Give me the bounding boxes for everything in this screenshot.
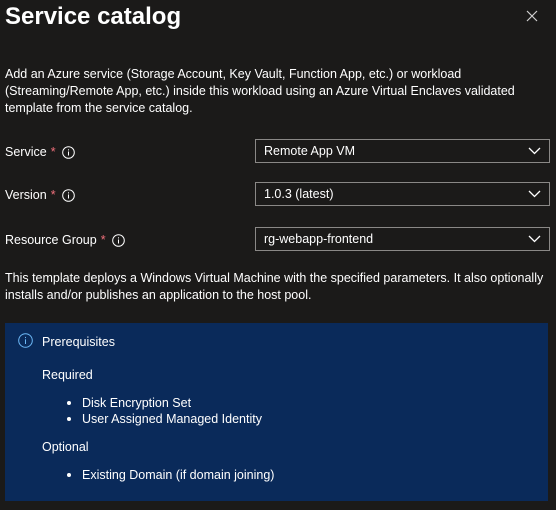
panel-header: Service catalog xyxy=(5,2,551,38)
resource-group-label: Resource Group * xyxy=(5,232,125,248)
service-select[interactable]: Remote App VM xyxy=(255,139,550,163)
required-marker: * xyxy=(100,233,106,247)
service-select-value: Remote App VM xyxy=(264,144,356,158)
resource-group-field: Resource Group * rg-webapp-frontend xyxy=(5,227,550,251)
info-icon[interactable] xyxy=(61,188,75,202)
optional-section-label: Optional xyxy=(42,440,89,454)
template-description: This template deploys a Windows Virtual … xyxy=(5,271,544,302)
prerequisites-info-box: Prerequisites Required Disk Encryption S… xyxy=(5,323,548,501)
version-select-value: 1.0.3 (latest) xyxy=(264,187,334,201)
version-field: Version * 1.0.3 (latest) xyxy=(5,182,550,206)
page-title: Service catalog xyxy=(5,3,182,30)
version-label-text: Version xyxy=(5,188,47,202)
chevron-down-icon xyxy=(528,234,541,243)
service-label-text: Service xyxy=(5,145,47,159)
required-section-label: Required xyxy=(42,368,93,382)
resource-group-select-value: rg-webapp-frontend xyxy=(264,232,374,246)
list-item: Existing Domain (if domain joining) xyxy=(64,467,274,483)
prerequisites-heading: Prerequisites xyxy=(42,335,115,349)
chevron-down-icon xyxy=(528,146,541,155)
service-field: Service * Remote App VM xyxy=(5,139,550,163)
info-icon[interactable] xyxy=(111,233,125,247)
service-label: Service * xyxy=(5,144,75,160)
resource-group-select[interactable]: rg-webapp-frontend xyxy=(255,227,550,251)
resource-group-label-text: Resource Group xyxy=(5,233,97,247)
info-icon[interactable] xyxy=(61,145,75,159)
list-item: User Assigned Managed Identity xyxy=(64,411,262,427)
version-label: Version * xyxy=(5,187,75,203)
panel-description: Add an Azure service (Storage Account, K… xyxy=(5,67,515,115)
close-icon[interactable] xyxy=(523,7,541,25)
chevron-down-icon xyxy=(528,189,541,198)
info-icon xyxy=(18,333,33,348)
required-marker: * xyxy=(50,188,56,202)
required-marker: * xyxy=(50,145,56,159)
version-select[interactable]: 1.0.3 (latest) xyxy=(255,182,550,206)
list-item: Disk Encryption Set xyxy=(64,395,262,411)
required-list: Disk Encryption Set User Assigned Manage… xyxy=(64,395,262,427)
optional-list: Existing Domain (if domain joining) xyxy=(64,467,274,483)
